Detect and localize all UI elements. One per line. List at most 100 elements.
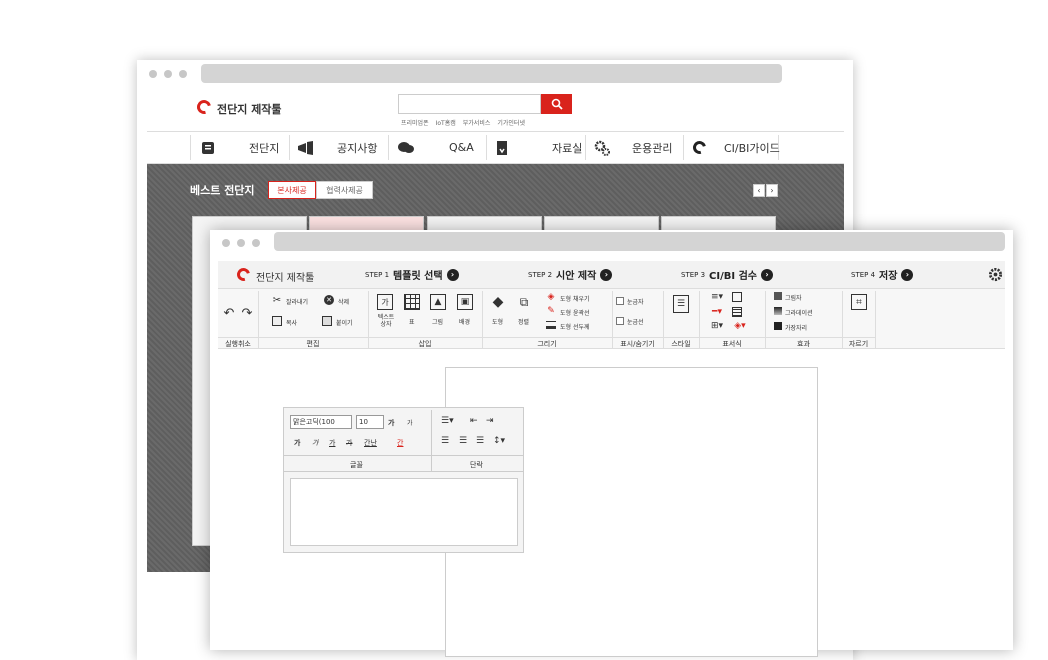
copy-icon[interactable] [272,316,282,326]
keyword-link[interactable]: 프리미엄폰 [401,118,429,127]
image-icon[interactable]: ▲ [430,294,446,310]
merge-cell-icon[interactable]: ⊞▾ [708,321,726,331]
window-dots [222,239,260,247]
shape-outline-button[interactable]: 도형 윤곽선 [560,308,590,317]
search-button[interactable] [541,94,572,114]
window-dots [149,70,187,78]
group-label-style: 스타일 [663,337,699,349]
underline-button[interactable]: 가 [329,438,335,448]
outdent-icon[interactable]: ⇤ [470,416,478,426]
font-size-select[interactable]: 10 [356,415,384,429]
bullet-list-icon[interactable]: ☰▾ [441,416,454,426]
address-bar[interactable] [201,64,782,83]
settings-gear-icon[interactable] [988,267,1003,282]
keyword-link[interactable]: IoT홈캠 [436,118,456,127]
align-center-icon[interactable]: ☰ [459,436,467,446]
nav-qna[interactable]: Q&A [397,132,474,163]
align-icon[interactable]: ⧉ [516,294,532,310]
gears-icon [594,140,610,156]
hot-keywords: 프리미엄폰 IoT홈캠 부가서비스 기가인터넷 [401,118,525,127]
copy-button[interactable]: 복사 [286,318,297,327]
line-weight-icon[interactable] [546,321,556,329]
edge-button[interactable]: 가장자리 [785,323,807,332]
indent-icon[interactable]: ⇥ [486,416,494,426]
editor-logo[interactable]: 전단지 제작툴 [256,269,314,284]
align-right-icon[interactable]: ☰ [476,436,484,446]
step-label: CI/BI 검수 [709,271,757,282]
border-color-icon[interactable]: ━▾ [708,307,726,317]
font-grow-button[interactable]: 가 [388,418,394,428]
keyword-link[interactable]: 기가인터넷 [497,118,525,127]
download-icon [497,140,507,155]
paste-icon[interactable] [322,316,332,326]
shadow-button[interactable]: 그림자 [785,293,802,302]
step-3[interactable]: STEP 3 CI/BI 검수 › [681,261,773,288]
nav-archive[interactable]: 자료실 [496,132,582,163]
background-icon[interactable]: ▣ [457,294,473,310]
chevron-right-icon: › [446,268,459,281]
crop-icon[interactable]: ⌗ [851,294,867,310]
paste-button[interactable]: 붙이기 [336,318,353,327]
shadow-icon[interactable] [774,292,782,300]
shape-stroke-button[interactable]: 도형 선두께 [560,322,590,331]
fill-bucket-icon[interactable]: ◈ [546,292,556,302]
next-button[interactable]: › [766,184,778,197]
font-color-button[interactable]: 간 [397,438,403,448]
textbox-button[interactable]: 텍스트 상자 [375,314,397,328]
step-1[interactable]: STEP 1 템플릿 선택 › [365,261,459,288]
site-logo[interactable]: 전단지 제작툴 [217,101,282,117]
border-style-icon[interactable]: ≡▾ [708,292,726,302]
keyword-link[interactable]: 부가서비스 [463,118,491,127]
shape-fill-button[interactable]: 도형 채우기 [560,294,590,303]
logo-icon [234,265,253,284]
nav-leaflet[interactable]: 전단지 [201,132,279,163]
table-icon[interactable] [404,294,420,310]
textbox-icon[interactable]: 가 [377,294,393,310]
delete-button[interactable]: 삭제 [338,297,349,306]
ruler-checkbox[interactable] [616,297,624,305]
hero-title: 베스트 전단지 [190,184,255,197]
step-2[interactable]: STEP 2 시안 제작 › [528,261,613,288]
italic-button[interactable]: 가 [312,438,318,448]
font-shrink-button[interactable]: 가 [407,418,413,427]
line-spacing-icon[interactable]: ↕▾ [493,436,505,446]
tab-hq[interactable]: 본사제공 [268,181,316,199]
bold-button[interactable]: 가 [294,438,300,448]
redo-icon[interactable]: ↷ [240,306,254,321]
cut-button[interactable]: 잘라내기 [286,297,308,306]
shape-button[interactable]: 도형 [492,317,503,326]
strike-button[interactable]: 가 [346,438,352,448]
scissors-icon[interactable]: ✂ [272,295,282,306]
prev-button[interactable]: ‹ [753,184,765,197]
undo-icon[interactable]: ↶ [222,306,236,321]
chevron-right-icon: › [901,268,914,281]
char-spacing-button[interactable]: 간난 [364,438,377,448]
nav-notice[interactable]: 공지사항 [297,132,377,163]
tab-partner[interactable]: 협력사제공 [316,181,373,199]
align-button[interactable]: 정렬 [518,317,529,326]
gradient-button[interactable]: 그라데이션 [785,308,813,317]
cell-fill-icon[interactable]: ◈▾ [731,321,749,331]
shape-icon[interactable]: ◆ [490,294,506,310]
address-bar[interactable] [274,232,1005,251]
pencil-icon[interactable]: ✎ [546,306,556,316]
nav-cibi-guide[interactable]: CI/BI가이드 [690,132,780,163]
image-button[interactable]: 그림 [432,317,443,326]
table-button[interactable]: 표 [409,317,415,326]
font-family-select[interactable]: 맑은고딕(100 [290,415,352,429]
background-button[interactable]: 배경 [459,317,470,326]
edge-icon[interactable] [774,322,782,330]
style-icon[interactable]: ☰ [673,295,689,313]
search-input[interactable] [398,94,541,114]
cell-shade-icon[interactable] [732,307,742,317]
nav-operations[interactable]: 운용관리 [594,132,672,163]
border-all-icon[interactable] [732,292,742,302]
delete-icon[interactable]: ✕ [324,295,334,305]
align-left-icon[interactable]: ☰ [441,436,449,446]
step-label: 템플릿 선택 [393,271,443,282]
grid-label: 눈금선 [627,319,644,326]
step-4[interactable]: STEP 4 저장 › [851,261,914,288]
gradient-icon[interactable] [774,307,782,315]
text-preview-area[interactable] [290,478,518,546]
grid-checkbox[interactable] [616,317,624,325]
